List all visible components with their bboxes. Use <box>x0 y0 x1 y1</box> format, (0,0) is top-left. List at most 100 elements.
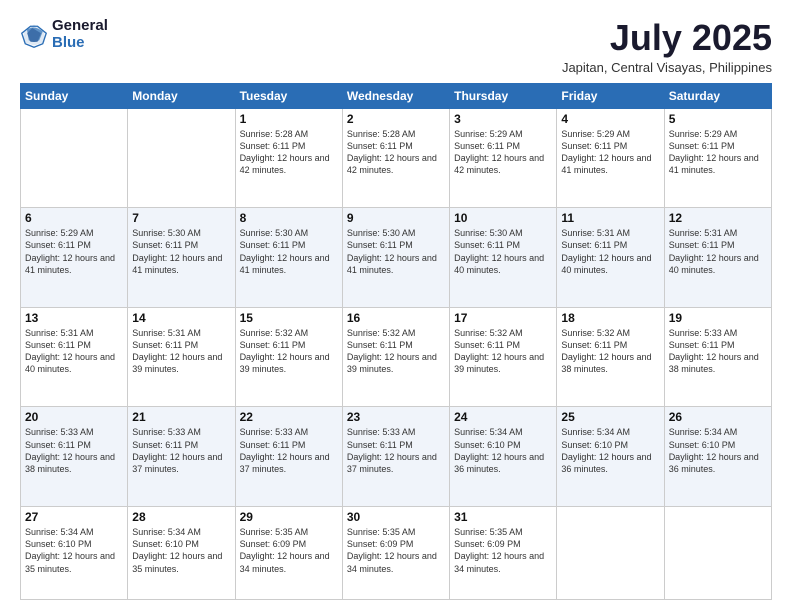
day-number: 12 <box>669 211 767 225</box>
logo-text: General Blue <box>52 18 108 51</box>
calendar-day-cell: 31 Sunrise: 5:35 AM Sunset: 6:09 PM Dayli… <box>450 507 557 600</box>
day-number: 14 <box>132 311 230 325</box>
calendar-day-cell: 22 Sunrise: 5:33 AM Sunset: 6:11 PM Dayli… <box>235 407 342 507</box>
day-info: Sunrise: 5:35 AM Sunset: 6:09 PM Dayligh… <box>347 526 445 575</box>
day-number: 17 <box>454 311 552 325</box>
day-number: 28 <box>132 510 230 524</box>
day-info: Sunrise: 5:34 AM Sunset: 6:10 PM Dayligh… <box>454 426 552 475</box>
calendar-day-cell: 5 Sunrise: 5:29 AM Sunset: 6:11 PM Daylig… <box>664 108 771 208</box>
calendar-day-cell: 8Sunrise: 5:30 AM Sunset: 6:11 PM Daylig… <box>235 208 342 308</box>
calendar-day-cell: 4 Sunrise: 5:29 AM Sunset: 6:11 PM Daylig… <box>557 108 664 208</box>
day-number: 16 <box>347 311 445 325</box>
day-number: 21 <box>132 410 230 424</box>
day-number: 30 <box>347 510 445 524</box>
day-number: 13 <box>25 311 123 325</box>
calendar-day-cell: 20 Sunrise: 5:33 AM Sunset: 6:11 PM Dayli… <box>21 407 128 507</box>
calendar-day-cell: 9Sunrise: 5:30 AM Sunset: 6:11 PM Daylig… <box>342 208 449 308</box>
calendar-day-cell <box>128 108 235 208</box>
day-number: 31 <box>454 510 552 524</box>
day-number: 24 <box>454 410 552 424</box>
logo-general-text: General <box>52 18 108 35</box>
calendar-day-cell: 28 Sunrise: 5:34 AM Sunset: 6:10 PM Dayli… <box>128 507 235 600</box>
day-info: Sunrise: 5:29 AM Sunset: 6:11 PM Dayligh… <box>561 128 659 177</box>
day-info: Sunrise: 5:30 AM Sunset: 6:11 PM Dayligh… <box>454 227 552 276</box>
weekday-header-row: Sunday Monday Tuesday Wednesday Thursday… <box>21 83 772 108</box>
day-number: 11 <box>561 211 659 225</box>
calendar-day-cell: 11 Sunrise: 5:31 AM Sunset: 6:11 PM Dayli… <box>557 208 664 308</box>
calendar-day-cell: 3Sunrise: 5:29 AM Sunset: 6:11 PM Daylig… <box>450 108 557 208</box>
calendar-day-cell: 1 Sunrise: 5:28 AM Sunset: 6:11 PM Daylig… <box>235 108 342 208</box>
logo: General Blue <box>20 18 108 51</box>
day-info: Sunrise: 5:34 AM Sunset: 6:10 PM Dayligh… <box>132 526 230 575</box>
day-number: 20 <box>25 410 123 424</box>
header-tuesday: Tuesday <box>235 83 342 108</box>
header-saturday: Saturday <box>664 83 771 108</box>
day-info: Sunrise: 5:29 AM Sunset: 6:11 PM Dayligh… <box>25 227 123 276</box>
calendar-day-cell: 2Sunrise: 5:28 AM Sunset: 6:11 PM Daylig… <box>342 108 449 208</box>
calendar-day-cell <box>664 507 771 600</box>
day-number: 1 <box>240 112 338 126</box>
calendar-table: Sunday Monday Tuesday Wednesday Thursday… <box>20 83 772 600</box>
day-info: Sunrise: 5:32 AM Sunset: 6:11 PM Dayligh… <box>240 327 338 376</box>
day-number: 9 <box>347 211 445 225</box>
day-info: Sunrise: 5:28 AM Sunset: 6:11 PM Dayligh… <box>240 128 338 177</box>
calendar-week-row: 13 Sunrise: 5:31 AM Sunset: 6:11 PM Dayli… <box>21 307 772 407</box>
logo-icon <box>20 21 48 49</box>
calendar-day-cell: 26 Sunrise: 5:34 AM Sunset: 6:10 PM Dayli… <box>664 407 771 507</box>
calendar-day-cell: 16 Sunrise: 5:32 AM Sunset: 6:11 PM Dayli… <box>342 307 449 407</box>
day-info: Sunrise: 5:33 AM Sunset: 6:11 PM Dayligh… <box>347 426 445 475</box>
calendar-day-cell: 24 Sunrise: 5:34 AM Sunset: 6:10 PM Dayli… <box>450 407 557 507</box>
title-block: July 2025 Japitan, Central Visayas, Phil… <box>562 18 772 75</box>
day-info: Sunrise: 5:34 AM Sunset: 6:10 PM Dayligh… <box>669 426 767 475</box>
day-number: 10 <box>454 211 552 225</box>
day-number: 5 <box>669 112 767 126</box>
header-monday: Monday <box>128 83 235 108</box>
calendar-day-cell: 10 Sunrise: 5:30 AM Sunset: 6:11 PM Dayli… <box>450 208 557 308</box>
subtitle: Japitan, Central Visayas, Philippines <box>562 60 772 75</box>
header-wednesday: Wednesday <box>342 83 449 108</box>
logo-blue-text: Blue <box>52 35 108 52</box>
day-number: 29 <box>240 510 338 524</box>
day-number: 22 <box>240 410 338 424</box>
calendar-day-cell: 18Sunrise: 5:32 AM Sunset: 6:11 PM Dayli… <box>557 307 664 407</box>
calendar-day-cell: 15 Sunrise: 5:32 AM Sunset: 6:11 PM Dayli… <box>235 307 342 407</box>
main-title: July 2025 <box>562 18 772 58</box>
day-number: 3 <box>454 112 552 126</box>
day-info: Sunrise: 5:35 AM Sunset: 6:09 PM Dayligh… <box>454 526 552 575</box>
day-info: Sunrise: 5:32 AM Sunset: 6:11 PM Dayligh… <box>561 327 659 376</box>
header-thursday: Thursday <box>450 83 557 108</box>
calendar-day-cell: 13 Sunrise: 5:31 AM Sunset: 6:11 PM Dayli… <box>21 307 128 407</box>
day-info: Sunrise: 5:34 AM Sunset: 6:10 PM Dayligh… <box>561 426 659 475</box>
day-info: Sunrise: 5:33 AM Sunset: 6:11 PM Dayligh… <box>240 426 338 475</box>
day-info: Sunrise: 5:29 AM Sunset: 6:11 PM Dayligh… <box>669 128 767 177</box>
day-info: Sunrise: 5:31 AM Sunset: 6:11 PM Dayligh… <box>132 327 230 376</box>
day-info: Sunrise: 5:32 AM Sunset: 6:11 PM Dayligh… <box>347 327 445 376</box>
day-info: Sunrise: 5:33 AM Sunset: 6:11 PM Dayligh… <box>132 426 230 475</box>
day-number: 15 <box>240 311 338 325</box>
day-number: 6 <box>25 211 123 225</box>
day-info: Sunrise: 5:33 AM Sunset: 6:11 PM Dayligh… <box>25 426 123 475</box>
day-number: 23 <box>347 410 445 424</box>
calendar-day-cell: 17 Sunrise: 5:32 AM Sunset: 6:11 PM Dayli… <box>450 307 557 407</box>
calendar-week-row: 6 Sunrise: 5:29 AM Sunset: 6:11 PM Daylig… <box>21 208 772 308</box>
calendar-day-cell: 29Sunrise: 5:35 AM Sunset: 6:09 PM Dayli… <box>235 507 342 600</box>
calendar-day-cell: 6 Sunrise: 5:29 AM Sunset: 6:11 PM Daylig… <box>21 208 128 308</box>
day-info: Sunrise: 5:33 AM Sunset: 6:11 PM Dayligh… <box>669 327 767 376</box>
calendar-day-cell <box>557 507 664 600</box>
day-info: Sunrise: 5:30 AM Sunset: 6:11 PM Dayligh… <box>132 227 230 276</box>
header: General Blue July 2025 Japitan, Central … <box>20 18 772 75</box>
page: General Blue July 2025 Japitan, Central … <box>0 0 792 612</box>
calendar-day-cell: 12 Sunrise: 5:31 AM Sunset: 6:11 PM Dayli… <box>664 208 771 308</box>
calendar-day-cell: 19Sunrise: 5:33 AM Sunset: 6:11 PM Dayli… <box>664 307 771 407</box>
header-friday: Friday <box>557 83 664 108</box>
day-info: Sunrise: 5:31 AM Sunset: 6:11 PM Dayligh… <box>669 227 767 276</box>
day-info: Sunrise: 5:31 AM Sunset: 6:11 PM Dayligh… <box>561 227 659 276</box>
day-number: 26 <box>669 410 767 424</box>
day-info: Sunrise: 5:32 AM Sunset: 6:11 PM Dayligh… <box>454 327 552 376</box>
calendar-week-row: 1 Sunrise: 5:28 AM Sunset: 6:11 PM Daylig… <box>21 108 772 208</box>
day-info: Sunrise: 5:30 AM Sunset: 6:11 PM Dayligh… <box>240 227 338 276</box>
day-info: Sunrise: 5:28 AM Sunset: 6:11 PM Dayligh… <box>347 128 445 177</box>
header-sunday: Sunday <box>21 83 128 108</box>
day-number: 4 <box>561 112 659 126</box>
day-info: Sunrise: 5:31 AM Sunset: 6:11 PM Dayligh… <box>25 327 123 376</box>
